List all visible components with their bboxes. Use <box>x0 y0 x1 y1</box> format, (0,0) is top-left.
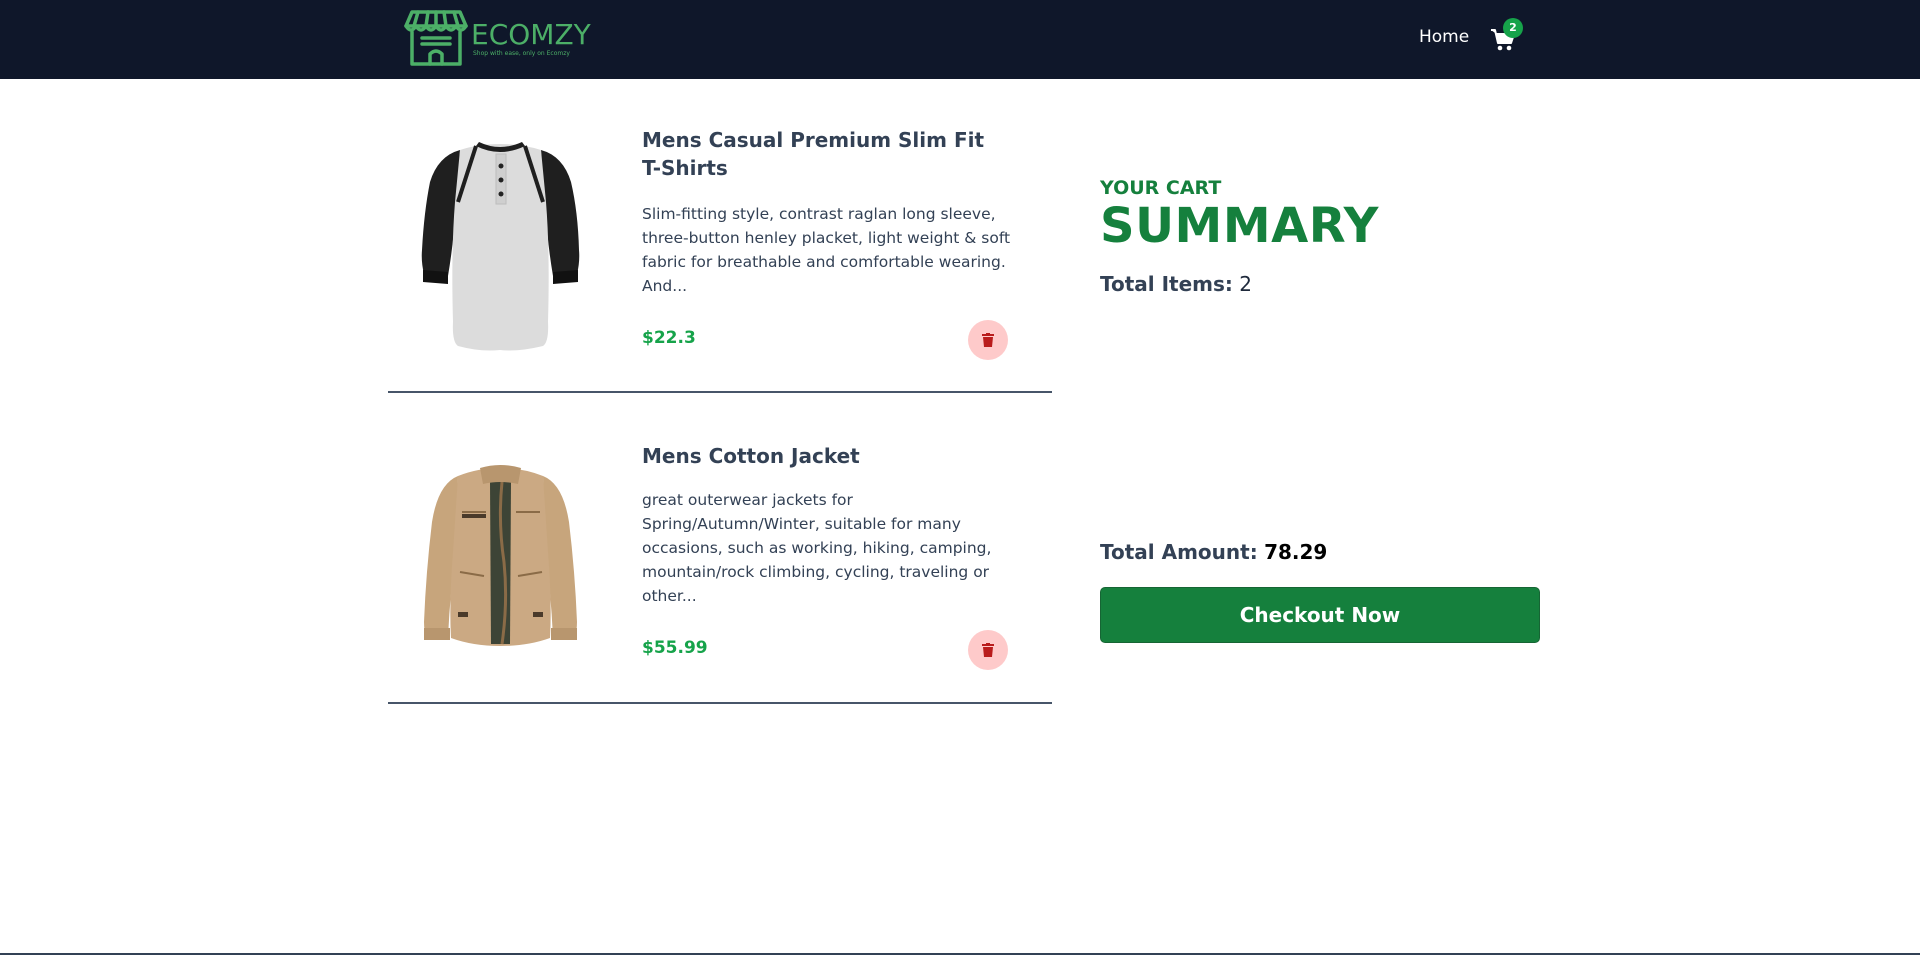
navbar: ECOMZY Shop with ease, only on Ecomzy Ho… <box>0 0 1920 79</box>
item-description: great outerwear jackets for Spring/Autum… <box>642 491 992 605</box>
item-price: $22.3 <box>642 328 696 348</box>
checkout-button[interactable]: Checkout Now <box>1100 587 1540 643</box>
storefront-icon <box>404 10 468 66</box>
remove-item-button[interactable] <box>968 320 1008 360</box>
logo-tagline: Shop with ease, only on Ecomzy <box>473 50 570 57</box>
total-amount-label: Total Amount: <box>1100 540 1258 564</box>
total-amount: Total Amount: 78.29 <box>1100 540 1327 564</box>
remove-item-button[interactable] <box>968 630 1008 670</box>
total-amount-value: 78.29 <box>1264 540 1328 564</box>
total-items-value: 2 <box>1239 272 1253 296</box>
trash-icon <box>982 333 994 347</box>
ecomzy-logo[interactable]: ECOMZY Shop with ease, only on Ecomzy <box>404 10 591 68</box>
item-title: Mens Cotton Jacket <box>642 444 860 468</box>
trash-icon <box>982 643 994 657</box>
item-title: Mens Casual Premium Slim Fit T-Shirts <box>642 128 985 180</box>
nav-home-link[interactable]: Home <box>1419 27 1469 47</box>
logo-text: ECOMZY <box>471 18 591 51</box>
product-image-jacket <box>424 465 577 646</box>
total-items: Total Items: 2 <box>1100 272 1252 296</box>
cart-item: Mens Cotton Jacket great outerwear jacke… <box>388 420 1052 704</box>
cart-count-badge: 2 <box>1503 18 1523 38</box>
item-description: Slim-fitting style, contrast raglan long… <box>642 205 1011 295</box>
total-items-label: Total Items: <box>1100 272 1233 296</box>
summary-title: SUMMARY <box>1100 198 1379 254</box>
item-price: $55.99 <box>642 638 708 658</box>
cart-item: Mens Casual Premium Slim Fit T-Shirts Sl… <box>388 108 1052 393</box>
product-image-tshirt <box>421 142 580 351</box>
